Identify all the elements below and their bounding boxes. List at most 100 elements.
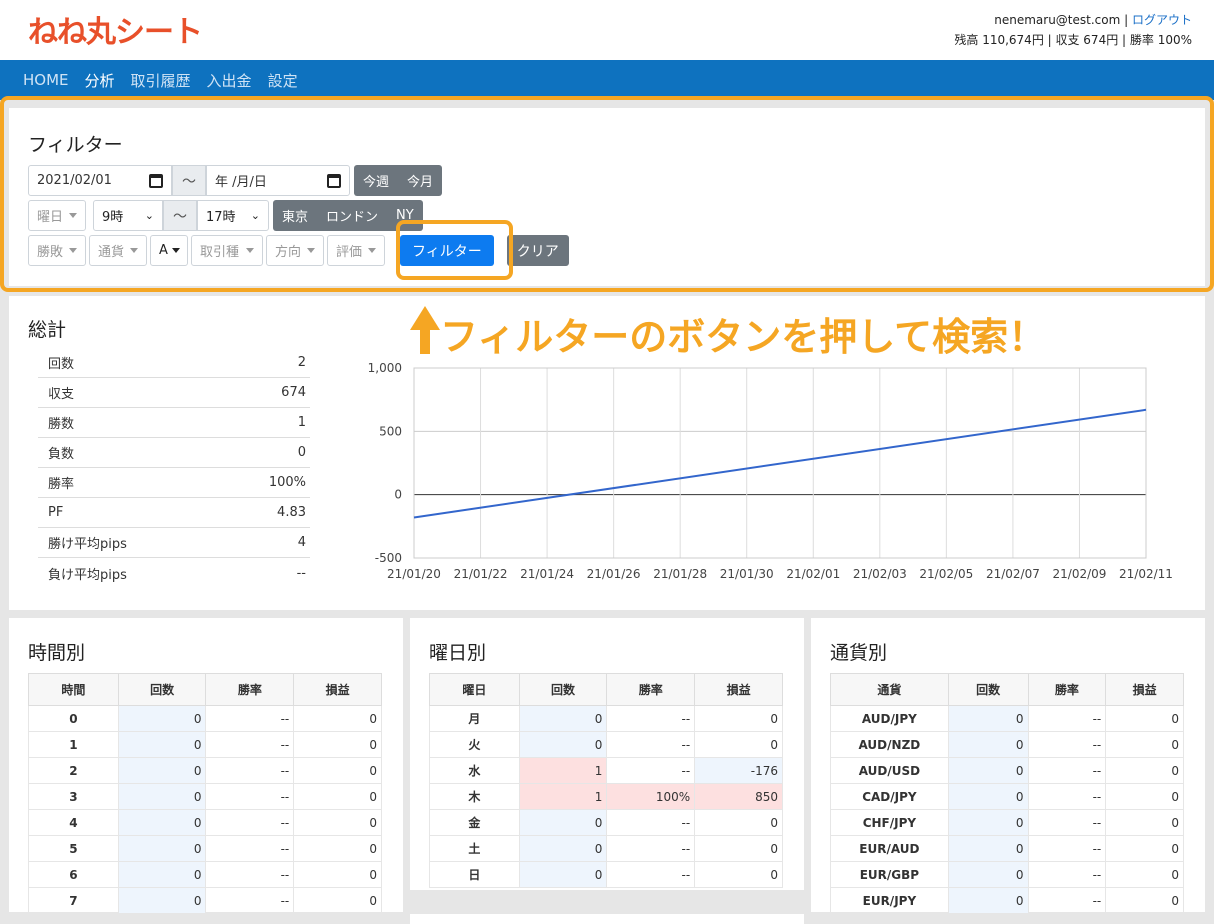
stat-label: 負数 <box>48 447 75 462</box>
column-header[interactable]: 通貨 <box>830 673 949 706</box>
table-cell: 0 <box>293 861 382 888</box>
column-header[interactable]: 勝率 <box>1027 673 1107 706</box>
table-row: 火 0 -- 0 <box>429 731 783 758</box>
table-cell: -- <box>205 809 295 836</box>
column-header[interactable]: 回数 <box>117 673 207 706</box>
table-cell: -- <box>205 835 295 862</box>
series-line <box>413 408 1147 519</box>
balance-summary: 残高 110,674円 | 収支 674円 | 勝率 100% <box>954 33 1192 47</box>
time-panel: 時間別 時間 回数 勝率 損益 0 0 -- 0 1 0 -- 0 2 0 -- 0 3 0 -- 0 4 0 -- 0 5 0-… <box>9 618 403 914</box>
table-row: AUD/JPY 0 -- 0 <box>830 705 1184 732</box>
condition-row: 勝敗 通貨 A 取引種 方向 評価 フィルター クリア <box>28 235 569 266</box>
result-select[interactable]: 勝敗 <box>28 235 86 266</box>
table-cell: 0 <box>694 705 783 732</box>
table-cell: 0 <box>947 783 1029 810</box>
up-arrow-icon <box>410 306 440 354</box>
y-tick-label: 500 <box>379 424 402 438</box>
stat-label: 勝率 <box>48 477 75 492</box>
weekday-select[interactable]: 曜日 <box>28 200 86 231</box>
filter-title: フィルター <box>28 134 123 156</box>
table-cell: 0 <box>1105 757 1184 784</box>
table-cell: 0 <box>117 783 207 810</box>
this-week-button[interactable]: 今週 <box>354 165 398 196</box>
table-cell: 1 <box>518 783 608 810</box>
nav-history[interactable]: 取引履歴 <box>131 70 191 91</box>
x-tick-label: 21/02/11 <box>1119 567 1173 581</box>
table-cell: 木 <box>429 783 520 810</box>
table-cell: 0 <box>293 757 382 784</box>
instruction-annotation: フィルターのボタンを押して検索！ <box>440 315 1047 359</box>
filter-button[interactable]: フィルター <box>400 235 494 266</box>
stat-label: PF <box>48 505 64 520</box>
currency-select[interactable]: 通貨 <box>89 235 147 266</box>
nav-settings[interactable]: 設定 <box>268 70 298 91</box>
table-row: 2 0 -- 0 <box>28 757 382 784</box>
column-header[interactable]: 曜日 <box>429 673 520 706</box>
clear-button[interactable]: クリア <box>506 235 569 266</box>
table-cell: -- <box>606 731 696 758</box>
session-ny-button[interactable]: NY <box>387 200 423 231</box>
column-header[interactable]: 勝率 <box>606 673 696 706</box>
rating-select[interactable]: 評価 <box>327 235 385 266</box>
date-from-value: 2021/02/01 <box>37 173 112 188</box>
table-cell: -- <box>205 757 295 784</box>
nav-home[interactable]: HOME <box>23 71 69 89</box>
account-select[interactable]: A <box>150 235 188 266</box>
direction-select[interactable]: 方向 <box>266 235 324 266</box>
table-row: 木 1 100% 850 <box>429 783 783 810</box>
table-cell: -- <box>205 731 295 758</box>
table-header-row: 曜日 回数 勝率 損益 <box>429 673 783 706</box>
table-cell: -- <box>606 809 696 836</box>
table-cell: 0 <box>1105 783 1184 810</box>
stat-value: 1 <box>297 415 306 430</box>
table-row: 4 0 -- 0 <box>28 809 382 836</box>
column-header[interactable]: 時間 <box>28 673 119 706</box>
column-header[interactable]: 損益 <box>694 673 783 706</box>
nav-analysis[interactable]: 分析 <box>85 70 115 91</box>
date-to-input[interactable]: 年 /月/日 <box>206 165 350 196</box>
table-cell: 0 <box>293 783 382 810</box>
weekday-table-title: 曜日別 <box>429 642 487 664</box>
this-month-button[interactable]: 今月 <box>398 165 442 196</box>
quick-range-group: 今週 今月 <box>354 165 443 196</box>
column-header[interactable]: 回数 <box>947 673 1029 706</box>
date-from-input[interactable]: 2021/02/01 <box>28 165 172 196</box>
table-cell: 0 <box>293 705 382 732</box>
stat-row: 回数 2 <box>38 348 310 378</box>
column-header[interactable]: 勝率 <box>205 673 295 706</box>
x-tick-label: 21/02/03 <box>853 567 907 581</box>
weekday-table: 曜日 回数 勝率 損益月 0 -- 0 火 0 -- 0 水 1 -- -176 木 1 100% 850 金 0 -- 0… <box>429 673 783 888</box>
table-row: 月 0 -- 0 <box>429 705 783 732</box>
trade-type-select[interactable]: 取引種 <box>191 235 263 266</box>
table-cell: 850 <box>694 783 783 810</box>
table-cell: 0 <box>947 835 1029 862</box>
time-table-title: 時間別 <box>28 642 86 664</box>
calendar-icon[interactable] <box>327 173 341 188</box>
table-cell: 0 <box>694 861 783 888</box>
table-cell: -- <box>205 705 295 732</box>
app-logo[interactable]: ねね丸シート <box>28 6 203 52</box>
table-cell: 日 <box>429 861 520 888</box>
logout-link[interactable]: ログアウト <box>1132 13 1192 27</box>
table-row: 3 0 -- 0 <box>28 783 382 810</box>
column-header[interactable]: 損益 <box>293 673 382 706</box>
table-cell: 5 <box>28 835 119 862</box>
next-panel <box>410 914 804 924</box>
calendar-icon[interactable] <box>149 173 163 188</box>
stat-value: 674 <box>281 385 306 400</box>
table-row: 水 1 -- -176 <box>429 757 783 784</box>
column-header[interactable]: 損益 <box>1105 673 1184 706</box>
table-row: 土 0 -- 0 <box>429 835 783 862</box>
stat-value: -- <box>296 565 306 581</box>
table-cell: 0 <box>694 731 783 758</box>
nav-deposit[interactable]: 入出金 <box>207 70 252 91</box>
hour-from-select[interactable]: 9時 ⌄ <box>93 200 163 231</box>
session-tokyo-button[interactable]: 東京 <box>273 200 317 231</box>
stat-value: 0 <box>297 445 306 460</box>
table-cell: -- <box>1027 783 1107 810</box>
x-tick-label: 21/01/22 <box>454 567 508 581</box>
column-header[interactable]: 回数 <box>518 673 608 706</box>
hour-to-select[interactable]: 17時 ⌄ <box>197 200 269 231</box>
session-london-button[interactable]: ロンドン <box>317 200 387 231</box>
table-row: 6 0 -- 0 <box>28 861 382 888</box>
